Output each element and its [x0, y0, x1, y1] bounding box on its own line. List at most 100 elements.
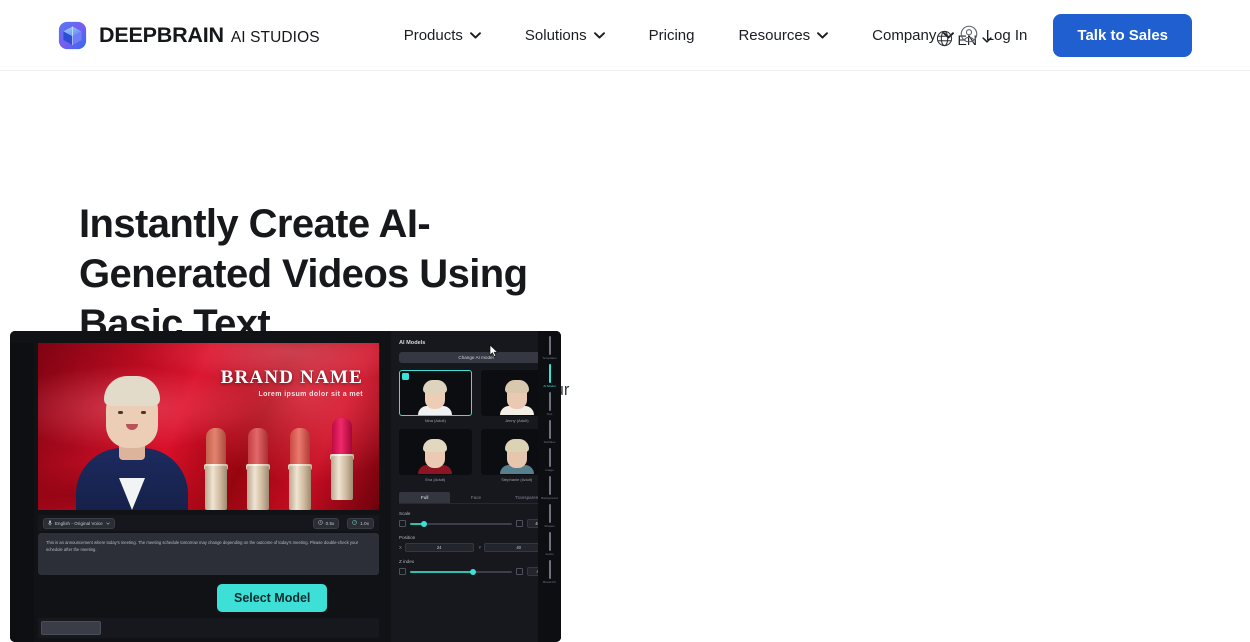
rail-item-brand-kit[interactable]: Brand Kit [540, 560, 559, 584]
timeline-track[interactable] [38, 618, 379, 638]
reset-icon[interactable] [516, 568, 523, 575]
model-name: Eva (Adult) [425, 477, 446, 482]
rail-item-background[interactable]: Background [540, 476, 559, 500]
z-index-control[interactable]: 404 [399, 567, 553, 576]
editor-tool-rail: Templates AI Model Text Subtitles Image … [538, 331, 561, 642]
user-circle-icon [960, 25, 978, 47]
position-control[interactable]: X 24 Y 40 [399, 543, 553, 552]
lipstick-product-image [193, 410, 373, 510]
rail-item-label: Audio [545, 552, 554, 556]
brand-kit-icon [548, 560, 551, 579]
model-card[interactable]: Nina (Adult) [399, 370, 472, 423]
tab-face[interactable]: Face [450, 492, 501, 503]
panel-title: AI Models [399, 340, 426, 346]
rail-item-shapes[interactable]: Shapes [540, 504, 559, 528]
rail-item-label: AI Model [543, 384, 556, 388]
editor-stage: BRAND NAME Lorem ipsum dolor sit a met E… [10, 331, 391, 642]
scale-control[interactable]: 40 % [399, 519, 553, 528]
nav-item-label: Resources [738, 26, 811, 44]
speed-chip-normal[interactable]: 1.0x [347, 517, 374, 529]
ai-avatar-presenter [76, 358, 188, 510]
nav-item-pricing[interactable]: Pricing [627, 17, 717, 54]
rail-item-label: Text [546, 412, 553, 416]
background-icon [548, 476, 551, 495]
nav-item-label: Products [403, 26, 463, 44]
rail-item-label: Subtitles [543, 440, 556, 444]
position-x-value[interactable]: 24 [404, 543, 474, 552]
voice-selector-chip[interactable]: English - Original Voice [43, 517, 115, 529]
nav-item-label: Solutions [524, 26, 587, 44]
scale-icon [399, 520, 406, 527]
nav-item-solutions[interactable]: Solutions [503, 17, 627, 54]
chevron-down-icon [593, 31, 605, 39]
subtitle-icon [548, 420, 551, 439]
template-icon [548, 336, 551, 355]
script-textarea[interactable]: This is an announcement where today's me… [38, 533, 379, 575]
rail-item-label: Background [541, 496, 558, 500]
mic-icon [48, 519, 52, 527]
left-rail [10, 343, 34, 642]
cube-logo-icon [58, 21, 87, 50]
canvas-brand-title: BRAND NAME [220, 367, 363, 388]
nav-links: Products Solutions Pricing Resources Com… [382, 17, 977, 54]
talk-to-sales-button[interactable]: Talk to Sales [1053, 14, 1192, 57]
video-canvas[interactable]: BRAND NAME Lorem ipsum dolor sit a met [38, 343, 379, 510]
rail-item-text[interactable]: Text [540, 392, 559, 416]
scale-label: Scale [399, 511, 411, 516]
nav-item-resources[interactable]: Resources [716, 17, 850, 54]
model-name: Nina (Adult) [424, 418, 446, 423]
canvas-toolbar: English - Original Voice 0.5x 1.0x [38, 515, 379, 531]
audio-icon [548, 532, 551, 551]
chevron-down-icon [469, 31, 481, 39]
chevron-down-icon [817, 31, 829, 39]
voice-chip-label: English - Original Voice [55, 520, 103, 526]
brand-subtitle: AI STUDIOS [230, 28, 320, 46]
rail-item-label: Brand Kit [543, 580, 556, 584]
rail-item-image[interactable]: Image [540, 448, 559, 472]
brand-name: DEEPBRAIN [99, 22, 224, 47]
lock-icon[interactable] [516, 520, 523, 527]
globe-icon [936, 30, 953, 50]
rail-item-subtitles[interactable]: Subtitles [540, 420, 559, 444]
scale-slider[interactable] [410, 520, 512, 527]
model-mode-tabs: Full Face Transparent [399, 492, 553, 504]
canvas-brand-subtitle: Lorem ipsum dolor sit a met [258, 391, 363, 398]
speed-chip-label: 0.5x [325, 520, 335, 526]
speed-chip-label: 1.0x [360, 520, 369, 526]
model-card[interactable]: Eva (Adult) [399, 429, 472, 482]
speed-chip-half[interactable]: 0.5x [312, 517, 340, 529]
rail-item-audio[interactable]: Audio [540, 532, 559, 556]
rail-item-ai-model[interactable]: AI Model [540, 364, 559, 388]
z-index-label: Z index [399, 559, 415, 564]
position-y-tag: Y [478, 545, 482, 550]
selected-check-icon [402, 373, 409, 380]
image-icon [548, 448, 551, 467]
rail-item-templates[interactable]: Templates [540, 336, 559, 360]
page-title: Instantly Create AI-Generated Videos Usi… [79, 202, 528, 346]
nav-item-products[interactable]: Products [382, 17, 503, 54]
change-ai-model-button[interactable]: Change AI model [399, 352, 553, 363]
shapes-icon [548, 504, 551, 523]
select-model-tooltip-button[interactable]: Select Model [217, 584, 328, 612]
model-grid: Nina (Adult) Jenny (Adult) Eva (Adult) S… [399, 370, 553, 482]
product-screenshot: BRAND NAME Lorem ipsum dolor sit a met E… [10, 331, 561, 642]
position-x-tag: X [399, 545, 402, 550]
rail-item-label: Image [545, 468, 554, 472]
tab-full[interactable]: Full [399, 492, 451, 503]
ai-model-icon [548, 364, 551, 383]
nav-item-label: Pricing [648, 26, 695, 44]
text-icon [548, 392, 551, 411]
layers-icon [399, 568, 406, 575]
z-index-slider[interactable] [410, 568, 512, 575]
chevron-down-icon [106, 521, 110, 526]
timeline-scene-clip[interactable] [41, 621, 101, 635]
position-label: Position [399, 535, 416, 540]
login-button[interactable]: Log In [960, 25, 1028, 47]
clock-icon [317, 520, 323, 526]
rail-item-label: Shapes [544, 524, 555, 528]
brand-logo[interactable]: DEEPBRAIN AI STUDIOS [58, 21, 320, 50]
rail-item-label: Templates [542, 356, 557, 360]
top-navigation-bar: DEEPBRAIN AI STUDIOS Products Solutions … [0, 0, 1250, 71]
login-label: Log In [985, 27, 1028, 44]
ai-models-panel: AI Models Change AI model Nina (Adult) J [391, 331, 561, 642]
